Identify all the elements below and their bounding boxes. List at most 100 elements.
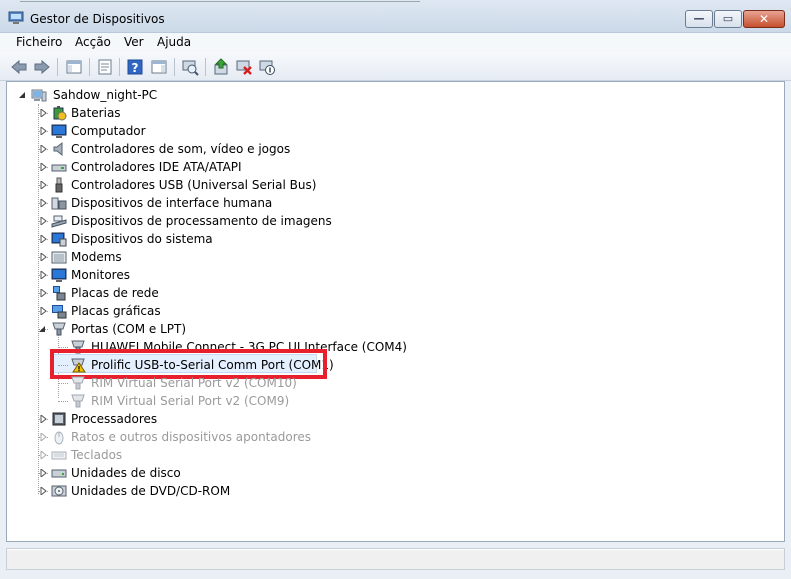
- dvd-drive-icon: [51, 485, 67, 497]
- expand-arrow-icon[interactable]: [40, 271, 47, 279]
- tree-item-label: Modems: [71, 250, 122, 264]
- tree-item-label: Dispositivos de interface humana: [71, 196, 273, 210]
- battery-icon: [53, 106, 67, 121]
- expand-arrow-icon[interactable]: [40, 199, 47, 207]
- tree-item-label: Controladores IDE ATA/ATAPI: [71, 160, 242, 174]
- modem-icon: [51, 251, 67, 264]
- tree-item-dvd[interactable]: Unidades de DVD/CD-ROM: [7, 482, 407, 500]
- tree-item-ide[interactable]: Controladores IDE ATA/ATAPI: [7, 158, 407, 176]
- tree-item-teclados[interactable]: Teclados: [7, 446, 407, 464]
- close-button[interactable]: ✕: [743, 10, 785, 28]
- expand-arrow-icon[interactable]: [40, 109, 47, 117]
- forward-arrow-icon[interactable]: [33, 58, 51, 76]
- port-item-label: RIM Virtual Serial Port v2 (COM10): [91, 376, 297, 390]
- monitor-icon: [51, 268, 67, 282]
- tree-item-label: Portas (COM e LPT): [71, 322, 187, 336]
- show-action-pane-icon[interactable]: [150, 58, 168, 76]
- minimize-button[interactable]: —: [685, 10, 713, 28]
- tree-item-label: Placas gráficas: [71, 304, 161, 318]
- expand-arrow-icon[interactable]: [40, 217, 47, 225]
- tree-item-label: Ratos e outros dispositivos apontadores: [71, 430, 312, 444]
- tree-item-label: Unidades de disco: [71, 466, 181, 480]
- expand-arrow-icon[interactable]: [40, 181, 47, 189]
- tree-item-usb[interactable]: Controladores USB (Universal Serial Bus): [7, 176, 407, 194]
- tree-item-label: Placas de rede: [71, 286, 159, 300]
- tree-item-ratos[interactable]: Ratos e outros dispositivos apontadores: [7, 428, 427, 446]
- display-adapter-icon: [52, 305, 67, 319]
- ide-controller-icon: [51, 164, 67, 172]
- tree-item-portas[interactable]: Portas (COM e LPT): [7, 320, 407, 338]
- disk-drive-icon: [51, 469, 67, 478]
- status-bar: [6, 548, 785, 570]
- port-item-rim-com10[interactable]: RIM Virtual Serial Port v2 (COM10): [7, 374, 427, 392]
- back-arrow-icon[interactable]: [10, 58, 28, 76]
- tree-item-computador[interactable]: Computador: [7, 122, 407, 140]
- expand-arrow-icon[interactable]: [40, 289, 47, 297]
- processor-icon: [52, 412, 66, 426]
- toolbar-separator: [119, 58, 120, 76]
- properties-icon[interactable]: [96, 58, 114, 76]
- human-interface-icon: [51, 197, 67, 210]
- update-driver-icon[interactable]: [212, 58, 230, 76]
- tree-item-som[interactable]: Controladores de som, vídeo e jogos: [7, 140, 407, 158]
- menu-ver[interactable]: Ver: [124, 35, 144, 49]
- svg-text:?: ?: [132, 61, 139, 75]
- tree-item-label: Baterias: [71, 106, 121, 120]
- tree-item-disco[interactable]: Unidades de disco: [7, 464, 407, 482]
- tree-item-label: Computador: [71, 124, 146, 138]
- maximize-icon: ▭: [722, 12, 734, 25]
- tree-item-rede[interactable]: Placas de rede: [7, 284, 407, 302]
- show-hide-console-tree-icon[interactable]: [65, 58, 83, 76]
- expand-arrow-icon[interactable]: [40, 307, 47, 315]
- uninstall-icon[interactable]: [235, 58, 253, 76]
- window-controls: — ▭ ✕: [684, 10, 785, 28]
- tree-item-graficas[interactable]: Placas gráficas: [7, 302, 407, 320]
- tree-item-monitores[interactable]: Monitores: [7, 266, 407, 284]
- title-bar: Gestor de Dispositivos — ▭ ✕: [0, 0, 791, 33]
- maximize-button[interactable]: ▭: [714, 10, 742, 28]
- status-bar-edge: [7, 549, 784, 550]
- expand-arrow-icon[interactable]: [40, 235, 47, 243]
- menu-ficheiro[interactable]: Ficheiro: [16, 35, 62, 49]
- scan-hardware-icon[interactable]: [181, 58, 199, 76]
- expand-arrow-icon[interactable]: [40, 415, 47, 423]
- tree-item-baterias[interactable]: Baterias: [7, 104, 407, 122]
- computer-icon: [31, 89, 47, 102]
- device-manager-icon: [8, 11, 24, 24]
- expand-arrow-icon[interactable]: [40, 487, 47, 495]
- menu-bar: Ficheiro Acção Ver Ajuda: [0, 33, 791, 53]
- device-tree[interactable]: Sahdow_night-PC Baterias Computador Cont…: [6, 81, 785, 542]
- tree-item-modems[interactable]: Modems: [7, 248, 407, 266]
- window-title: Gestor de Dispositivos: [30, 12, 165, 26]
- computer-icon: [51, 124, 67, 138]
- tree-item-sistema[interactable]: Dispositivos do sistema: [7, 230, 407, 248]
- port-item-rim-com9[interactable]: RIM Virtual Serial Port v2 (COM9): [7, 392, 427, 410]
- tree-item-hid[interactable]: Dispositivos de interface humana: [7, 194, 407, 212]
- menu-ajuda[interactable]: Ajuda: [157, 35, 191, 49]
- expand-arrow-icon[interactable]: [40, 145, 47, 153]
- tree-item-label: Dispositivos de processamento de imagens: [71, 214, 332, 228]
- expand-arrow-icon[interactable]: [40, 433, 47, 441]
- expand-arrow-icon[interactable]: [40, 451, 47, 459]
- expand-arrow-icon[interactable]: [40, 163, 47, 171]
- port-connector-icon: [71, 394, 85, 408]
- help-icon[interactable]: ?: [126, 58, 144, 76]
- tree-root[interactable]: Sahdow_night-PC: [7, 86, 407, 104]
- toolbar-separator: [205, 58, 206, 76]
- collapse-arrow-icon[interactable]: [39, 325, 46, 333]
- expand-arrow-icon[interactable]: [40, 127, 47, 135]
- expand-arrow-icon[interactable]: [40, 469, 47, 477]
- tree-item-processadores[interactable]: Processadores: [7, 410, 407, 428]
- tree-item-imaging[interactable]: Dispositivos de processamento de imagens: [7, 212, 407, 230]
- mouse-icon: [54, 431, 64, 445]
- menu-accao[interactable]: Acção: [75, 35, 111, 49]
- collapse-arrow-icon[interactable]: [19, 91, 26, 99]
- background-window-edge: [20, 0, 420, 2]
- disable-icon[interactable]: [258, 58, 276, 76]
- toolbar: ?: [0, 53, 791, 81]
- expand-arrow-icon[interactable]: [40, 253, 47, 261]
- tree-root-label: Sahdow_night-PC: [53, 88, 158, 102]
- toolbar-separator: [89, 58, 90, 76]
- tree-item-label: Unidades de DVD/CD-ROM: [71, 484, 231, 498]
- close-icon: ✕: [758, 12, 770, 26]
